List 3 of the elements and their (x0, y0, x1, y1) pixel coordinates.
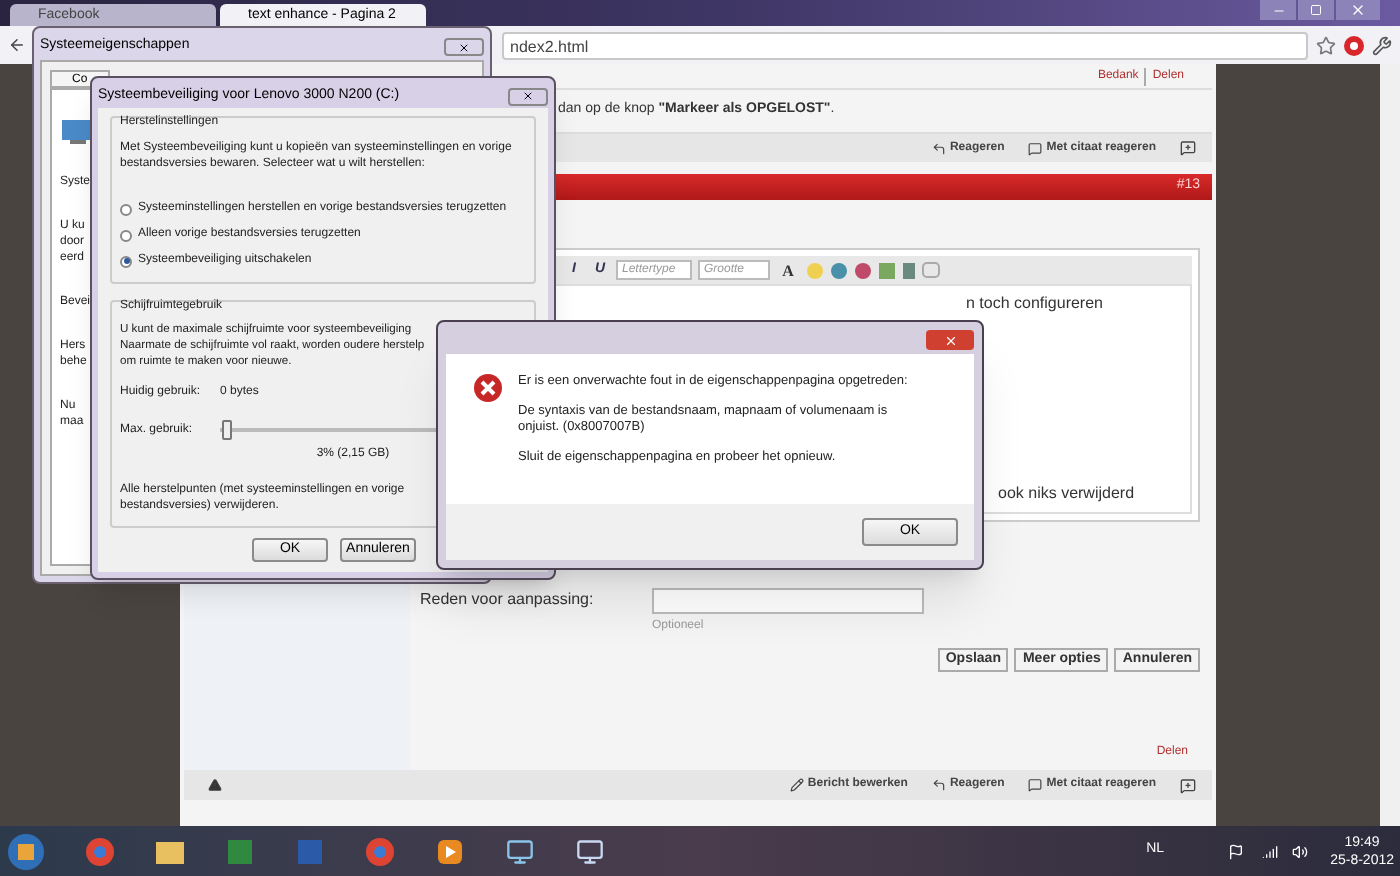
editor-text-line: n toch configureren (964, 292, 1105, 316)
editor-text-line: ook niks verwijderd (996, 482, 1137, 506)
reason-label: Reden voor aanpassing: (420, 588, 596, 612)
